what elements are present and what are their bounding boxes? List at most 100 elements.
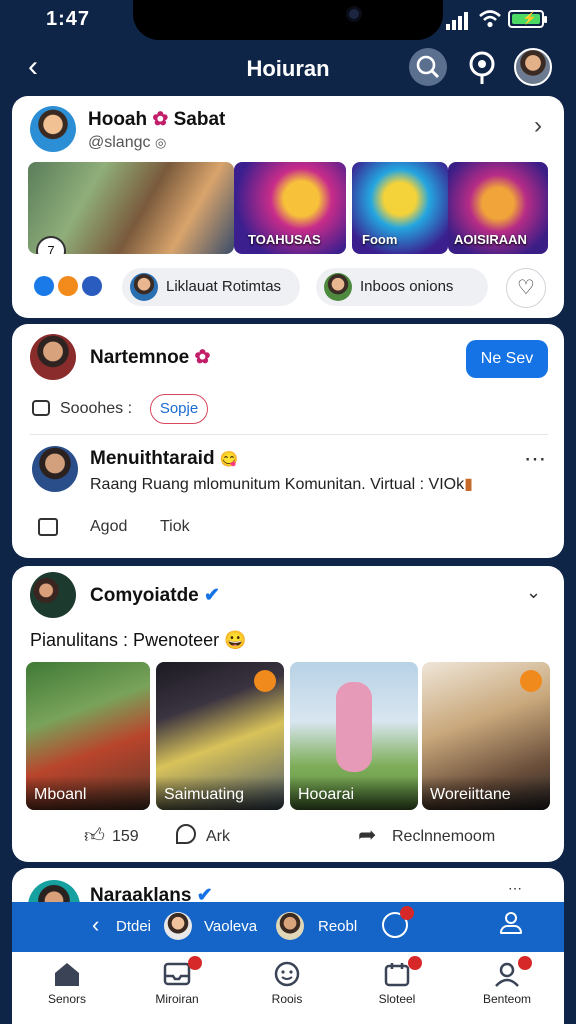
home-indicator xyxy=(200,1016,376,1022)
quick-avatar xyxy=(276,912,304,940)
photo-label: TOAHUSAS xyxy=(248,232,321,247)
emoji-icon: 😋 xyxy=(219,451,239,468)
profile-avatar[interactable] xyxy=(514,48,552,86)
notch xyxy=(133,0,443,40)
comment-label[interactable]: Ark xyxy=(206,828,230,846)
quick-item[interactable]: Vaoleva xyxy=(204,918,257,935)
tile-caption: Saimuating xyxy=(156,776,284,810)
camera-icon xyxy=(346,6,362,22)
post-caption: Pianulitans : Pwenoteer xyxy=(30,630,220,650)
post-author: Menuithtaraid xyxy=(90,448,215,469)
smile-icon: 😀 xyxy=(224,630,247,650)
quick-item[interactable]: Dtdei xyxy=(116,918,151,935)
event-photo[interactable]: Foom xyxy=(352,162,448,254)
badge-icon xyxy=(520,670,542,692)
card-title-extra: Sabat xyxy=(173,109,226,130)
members-chip[interactable]: Liklauat Rotimtas xyxy=(122,268,300,306)
notification-badge xyxy=(400,906,414,920)
photo-label: Foom xyxy=(362,232,398,247)
more-icon[interactable]: ⋯ xyxy=(524,446,547,472)
bottom-tab-bar: Senors Miroiran Roois Sloteel Benteom xyxy=(12,952,564,1024)
action-label[interactable]: Tiok xyxy=(160,518,190,536)
community-card: Hooah ✿ Sabat @slangc ◎ › 7 TOAHUSAS Foo… xyxy=(12,96,564,318)
community-card: Nartemnoe ✿ Ne Sev Sooohes : Sopje Menui… xyxy=(12,324,564,558)
tab-label: Roois xyxy=(271,992,303,1006)
smiley-icon xyxy=(274,961,300,987)
avatar[interactable] xyxy=(32,446,78,492)
phone-screen: 1:47 ⚡ ‹ Hoiuran Hooah ✿ Sabat @slangc ◎… xyxy=(0,0,576,1024)
notification-badge xyxy=(188,956,202,970)
chip-avatar xyxy=(324,273,352,301)
message-icon xyxy=(32,400,50,416)
photo-tile[interactable]: Hooarai xyxy=(290,662,418,810)
like-reaction-icon xyxy=(34,276,54,296)
like-icon[interactable]: 👍︎ xyxy=(84,824,105,848)
tag-reaction-icon xyxy=(82,276,102,296)
topics-chip[interactable]: Inboos onions xyxy=(316,268,488,306)
location-pin-icon[interactable] xyxy=(466,48,498,88)
share-icon[interactable]: ➦ xyxy=(358,822,376,848)
status-bar: 1:47 ⚡ xyxy=(0,0,576,40)
avatar[interactable] xyxy=(30,334,76,380)
tab-home[interactable]: Senors xyxy=(12,952,122,1012)
flower-icon: ✿ xyxy=(152,109,169,130)
tab-label: Benteom xyxy=(482,992,532,1006)
candle-icon: ▮ xyxy=(464,476,473,493)
reaction-icon: 7 xyxy=(36,236,66,254)
card-handle: @slangc xyxy=(88,134,151,151)
love-reaction-icon xyxy=(58,276,78,296)
photo-label: AOISIRAAN xyxy=(454,232,527,247)
comment-icon[interactable] xyxy=(38,518,58,536)
chip-avatar xyxy=(130,273,158,301)
back-icon[interactable]: ‹ xyxy=(92,914,99,936)
tile-caption: Hooarai xyxy=(290,776,418,810)
tab-label: Miroiran xyxy=(155,992,199,1006)
tab-mirror[interactable]: Miroiran xyxy=(122,952,232,1012)
quick-avatar xyxy=(164,912,192,940)
tab-slots[interactable]: Sloteel xyxy=(342,952,452,1012)
action-label[interactable]: Agod xyxy=(90,518,127,536)
wifi-icon xyxy=(479,10,501,28)
photo-tile[interactable]: Mboanl xyxy=(26,662,150,810)
notification-badge xyxy=(408,956,422,970)
heart-icon[interactable]: ♡ xyxy=(506,268,546,308)
post-text: Raang Ruang mlomunitum Komunitan. Virtua… xyxy=(90,476,465,493)
avatar[interactable] xyxy=(30,572,76,618)
chip-label: Inboos onions xyxy=(360,278,454,295)
event-photo[interactable]: TOAHUSAS xyxy=(234,162,346,254)
chevron-right-icon[interactable]: › xyxy=(534,112,542,140)
tile-caption: Mboanl xyxy=(26,776,150,810)
search-icon xyxy=(416,55,440,79)
chevron-down-icon[interactable]: ⌄ xyxy=(526,582,541,603)
card-title: Nartemnoe xyxy=(90,347,190,368)
app-header: ‹ Hoiuran xyxy=(0,42,576,94)
field-label: Sooohes : xyxy=(60,400,133,417)
tile-caption: Woreiittane xyxy=(422,776,550,810)
chip-label: Liklauat Rotimtas xyxy=(166,278,282,295)
photo-tile[interactable]: Saimuating xyxy=(156,662,284,810)
divider xyxy=(30,434,548,435)
quick-item[interactable]: Reobl xyxy=(318,918,357,935)
globe-icon: ◎ xyxy=(154,135,167,150)
mascot xyxy=(336,682,372,772)
status-time: 1:47 xyxy=(46,8,91,30)
more-icon[interactable]: ⋯ xyxy=(508,880,523,897)
like-count: 159 xyxy=(112,828,139,845)
avatar[interactable] xyxy=(30,106,76,152)
search-button[interactable] xyxy=(409,48,447,86)
event-photo[interactable]: AOISIRAAN xyxy=(448,162,548,254)
card-title: Hooah xyxy=(88,109,148,130)
tab-label: Sloteel xyxy=(378,992,416,1006)
comment-icon[interactable] xyxy=(176,824,196,844)
share-label[interactable]: Reclnnemoom xyxy=(392,828,495,846)
join-button[interactable]: Ne Sev xyxy=(466,340,548,378)
photo-tile[interactable]: Woreiittane xyxy=(422,662,550,810)
profile-icon[interactable] xyxy=(500,912,522,938)
tab-rooms[interactable]: Roois xyxy=(232,952,342,1012)
tag-chip[interactable]: Sopje xyxy=(150,394,208,424)
group-photo[interactable]: 7 xyxy=(28,162,234,254)
battery-icon: ⚡ xyxy=(508,10,547,28)
tab-profile[interactable]: Benteom xyxy=(452,952,562,1012)
post-card: Comyoiatde ✔ ⌄ Pianulitans : Pwenoteer 😀… xyxy=(12,566,564,862)
signal-icon xyxy=(446,12,468,30)
